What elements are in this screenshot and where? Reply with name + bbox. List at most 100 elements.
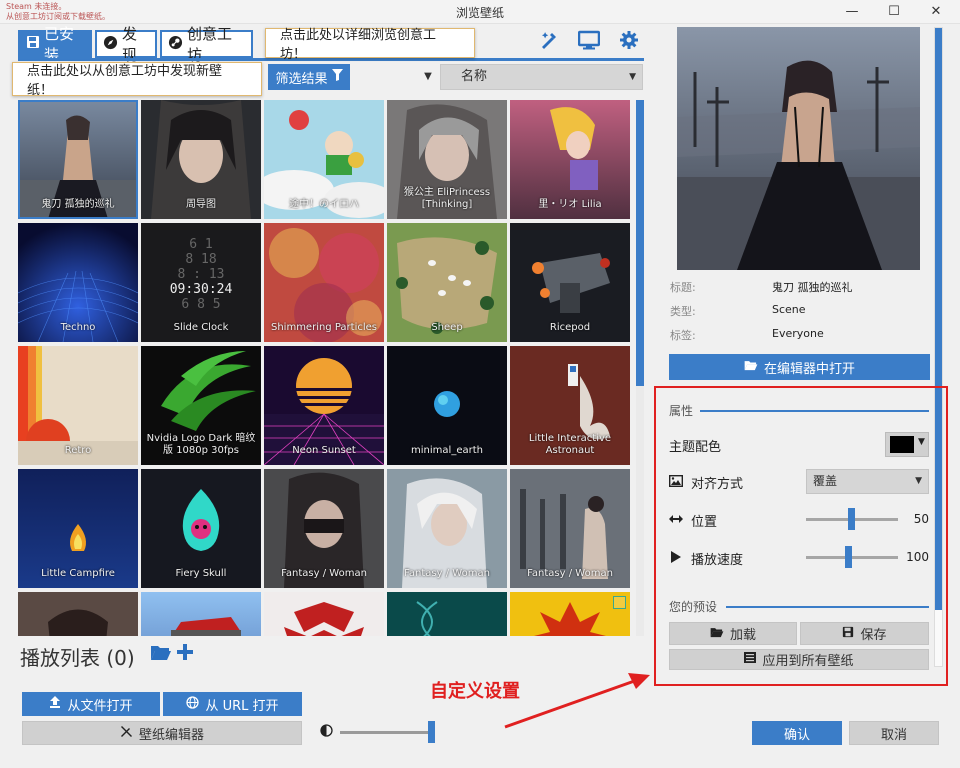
- select-checkbox[interactable]: [613, 596, 626, 609]
- grid-scrollbar[interactable]: [636, 100, 644, 636]
- wallpaper-tile[interactable]: Retro: [18, 346, 138, 465]
- position-text: 位置: [691, 515, 718, 530]
- wallpaper-caption: 里・リオ Lilia: [538, 199, 602, 210]
- wallpaper-caption: Slide Clock: [173, 322, 229, 333]
- wallpaper-tile[interactable]: [387, 592, 507, 636]
- wallpaper-tile[interactable]: Fantasy / Woman: [264, 469, 384, 588]
- wallpaper-tile[interactable]: [18, 592, 138, 636]
- grid-scrollbar-thumb[interactable]: [636, 100, 644, 386]
- wallpaper-tile[interactable]: Ricepod: [510, 223, 630, 342]
- title-value: 鬼刀 孤独的巡礼: [772, 281, 853, 294]
- scheme-color-picker[interactable]: ▼: [885, 432, 929, 457]
- save-preset-button[interactable]: 保存: [800, 622, 929, 645]
- wallpaper-tile[interactable]: Fiery Skull: [141, 469, 261, 588]
- steam-icon: [168, 35, 183, 54]
- wallpaper-editor-label: 壁纸编辑器: [138, 727, 204, 743]
- brightness-slider-track[interactable]: [340, 731, 432, 734]
- position-label: 位置: [669, 511, 717, 530]
- speed-slider-thumb[interactable]: [845, 546, 852, 568]
- wallpaper-tile[interactable]: 里・リオ Lilia: [510, 100, 630, 219]
- wallpaper-caption: Shimmering Particles: [270, 322, 377, 333]
- tab-workshop[interactable]: 创意工坊: [160, 25, 253, 64]
- wallpaper-tile[interactable]: 周导图: [141, 100, 261, 219]
- sort-select[interactable]: 名称 ▼: [440, 64, 643, 90]
- tab-installed[interactable]: 已安装: [18, 25, 92, 64]
- folder-open-icon[interactable]: [150, 642, 172, 666]
- wallpaper-tile[interactable]: [510, 592, 630, 636]
- brush-icon[interactable]: [536, 30, 562, 52]
- brightness-slider-thumb[interactable]: [428, 721, 435, 743]
- wallpaper-tile[interactable]: Nvidia Logo Dark 暗纹版 1080p 30fps: [141, 346, 261, 465]
- alignment-select[interactable]: 覆盖 ▼: [806, 469, 929, 494]
- wallpaper-tile[interactable]: [141, 592, 261, 636]
- type-key: 类型:: [670, 305, 696, 318]
- color-swatch: [890, 436, 914, 453]
- workshop-tooltip: 点击此处以详细浏览创意工坊！: [265, 28, 475, 62]
- title-key: 标题:: [670, 281, 696, 294]
- wallpaper-caption: Fantasy / Woman: [527, 568, 613, 579]
- gear-icon[interactable]: [616, 30, 642, 52]
- wallpaper-caption: minimal_earth: [411, 445, 483, 456]
- wallpaper-caption: Techno: [60, 322, 96, 333]
- wallpaper-editor-button[interactable]: 壁纸编辑器: [22, 721, 302, 745]
- wallpaper-tile[interactable]: 6 1 8 18 8 : 13 09:30:24 6 8 5 Slide Clo…: [141, 223, 261, 342]
- wallpaper-tile[interactable]: 鬼刀 孤独的巡礼: [18, 100, 138, 219]
- wallpaper-tile[interactable]: Sheep: [387, 223, 507, 342]
- open-from-url-button[interactable]: 从 URL 打开: [163, 692, 302, 716]
- clock-line: 8 : 13: [177, 267, 225, 282]
- minimize-button[interactable]: —: [830, 0, 874, 24]
- wallpaper-tile[interactable]: 途中！のイロハ: [264, 100, 384, 219]
- speed-text: 播放速度: [691, 553, 744, 568]
- load-preset-button[interactable]: 加载: [669, 622, 797, 645]
- position-slider-thumb[interactable]: [848, 508, 855, 530]
- window-title: 浏览壁纸: [455, 6, 504, 20]
- ok-button[interactable]: 确认: [752, 721, 842, 745]
- speed-slider-track[interactable]: [806, 556, 898, 559]
- discover-tooltip-text: 点击此处以从创意工坊中发现新壁纸！: [27, 64, 223, 98]
- clock-line: 6 8 5: [181, 297, 221, 312]
- wallpaper-tile[interactable]: Fantasy / Woman: [510, 469, 630, 588]
- wallpaper-caption: Fantasy / Woman: [281, 568, 367, 579]
- scheme-color-label: 主题配色: [669, 436, 721, 455]
- wallpaper-tile[interactable]: Fantasy / Woman: [387, 469, 507, 588]
- presets-header-line: [726, 606, 929, 608]
- alignment-text: 对齐方式: [691, 477, 744, 492]
- close-button[interactable]: ✕: [914, 0, 958, 24]
- image-icon: [668, 474, 684, 491]
- wallpaper-preview: [677, 27, 920, 270]
- wallpaper-caption: Little Campfire: [41, 568, 115, 579]
- wallpaper-caption: Ricepod: [549, 322, 591, 333]
- open-in-editor-label: 在编辑器中打开: [763, 361, 855, 377]
- tab-discover[interactable]: 发现: [95, 25, 157, 64]
- maximize-button[interactable]: ☐: [872, 0, 916, 24]
- monitor-icon[interactable]: [576, 30, 602, 52]
- open-from-file-label: 从文件打开: [67, 698, 133, 714]
- wallpaper-tile[interactable]: Shimmering Particles: [264, 223, 384, 342]
- wallpaper-tile[interactable]: Neon Sunset: [264, 346, 384, 465]
- compass-icon: [103, 35, 118, 54]
- save-preset-label: 保存: [860, 628, 887, 643]
- wallpaper-tile[interactable]: Techno: [18, 223, 138, 342]
- load-preset-label: 加载: [729, 628, 756, 643]
- title-bar: Steam 未连接。 从创意工坊订阅或下载壁纸。 浏览壁纸 — ☐ ✕: [0, 0, 960, 24]
- wallpaper-caption: Retro: [64, 445, 92, 456]
- wallpaper-tile[interactable]: Little Campfire: [18, 469, 138, 588]
- wallpaper-tile[interactable]: minimal_earth: [387, 346, 507, 465]
- cancel-button[interactable]: 取消: [849, 721, 939, 745]
- sort-direction-icon[interactable]: ▼: [418, 64, 438, 90]
- plus-icon[interactable]: [176, 638, 194, 668]
- wallpaper-tile[interactable]: Little Interactive Astronaut: [510, 346, 630, 465]
- properties-header: 属性: [669, 404, 694, 418]
- filter-button[interactable]: 筛选结果: [268, 64, 350, 90]
- annotation-arrow: [504, 673, 650, 729]
- play-icon: [669, 550, 683, 567]
- wallpaper-caption: Nvidia Logo Dark 暗纹版 1080p 30fps: [146, 433, 256, 456]
- apply-to-all-button[interactable]: 应用到所有壁纸: [669, 649, 929, 670]
- wallpaper-tile[interactable]: [264, 592, 384, 636]
- open-in-editor-button[interactable]: 在编辑器中打开: [669, 354, 930, 380]
- wallpaper-tile[interactable]: 猴公主 EliPrincess [Thinking]: [387, 100, 507, 219]
- alignment-value: 覆盖: [813, 474, 838, 488]
- open-from-file-button[interactable]: 从文件打开: [22, 692, 160, 716]
- upload-icon: [49, 696, 61, 712]
- globe-icon: [186, 695, 200, 713]
